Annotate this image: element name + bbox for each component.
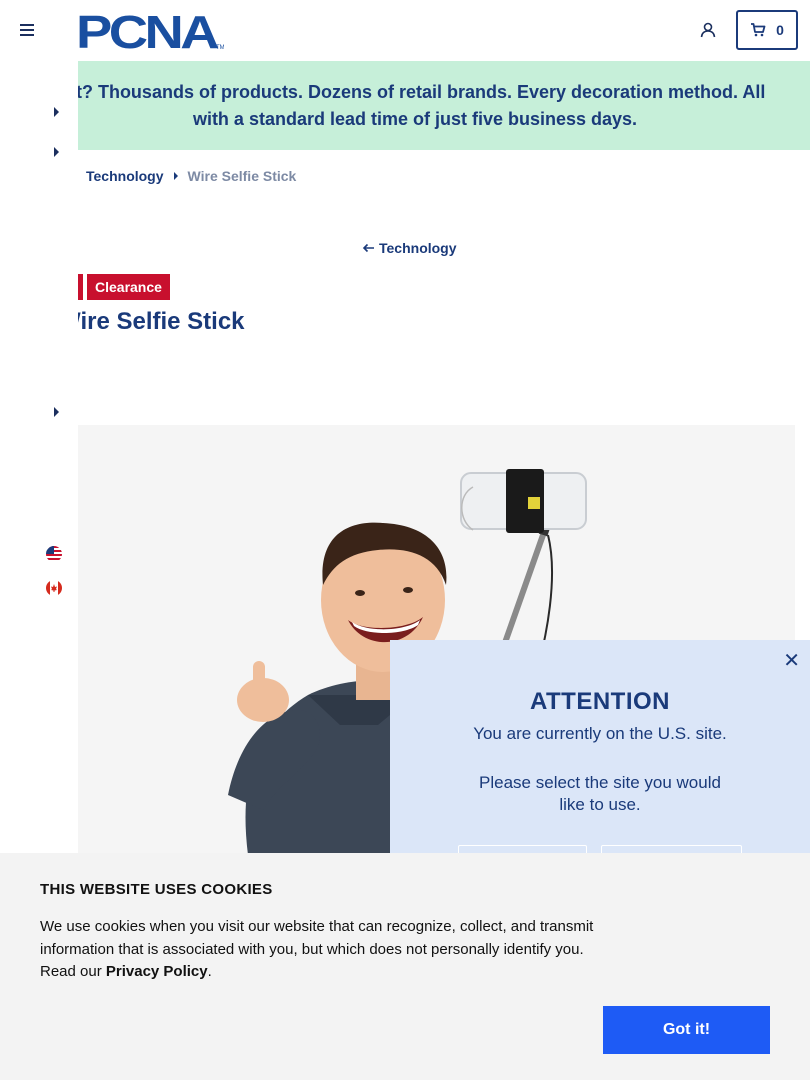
cookie-accept-button[interactable]: Got it! (603, 1006, 770, 1054)
breadcrumb: Technology Wire Selfie Stick (86, 168, 296, 184)
site-header: PCNA TM 0 (0, 0, 810, 61)
promo-banner-line1: Wait? Thousands of products. Dozens of r… (44, 81, 766, 102)
arrow-left-icon (362, 243, 374, 253)
caret-right-icon[interactable] (54, 147, 59, 157)
breadcrumb-link-technology[interactable]: Technology (86, 168, 164, 184)
page: Wait? Thousands of products. Dozens of r… (0, 0, 810, 1080)
menu-icon[interactable] (20, 24, 36, 38)
us-flag-icon[interactable] (46, 546, 62, 562)
pcna-logo[interactable]: PCNA TM (76, 6, 225, 58)
modal-title: ATTENTION (529, 688, 671, 715)
cart-button[interactable]: 0 (736, 10, 798, 50)
canada-flag-icon[interactable] (46, 580, 62, 596)
modal-select-site-text: Please select the site you would like to… (479, 773, 721, 814)
promo-banner: Wait? Thousands of products. Dozens of r… (0, 61, 810, 150)
promo-banner-text: Wait? Thousands of products. Dozens of r… (45, 79, 805, 133)
badge-sliver (78, 274, 83, 300)
caret-right-icon[interactable] (54, 107, 59, 117)
close-icon[interactable]: ✕ (783, 648, 800, 673)
back-link[interactable]: Technology (362, 240, 457, 256)
cookie-title: THIS WEBSITE USES COOKIES (40, 881, 273, 898)
caret-right-icon[interactable] (54, 407, 59, 417)
cookie-body-end: . (207, 963, 212, 980)
breadcrumb-separator-icon (173, 172, 178, 180)
logo-text: PCNA (76, 10, 218, 50)
privacy-policy-link[interactable]: Privacy Policy (106, 963, 208, 980)
cookie-body: We use cookies when you visit our websit… (40, 916, 600, 984)
breadcrumb-current: Wire Selfie Stick (187, 168, 297, 184)
back-link-label: Technology (379, 240, 457, 256)
svg-text:TM: TM (216, 45, 224, 50)
cart-count: 0 (776, 22, 784, 38)
promo-banner-line2: with a standard lead time of just five b… (192, 108, 638, 129)
site-select-modal: ✕ ATTENTION You are currently on the U.S… (390, 640, 810, 881)
cart-icon (751, 23, 766, 37)
cookie-banner: THIS WEBSITE USES COOKIES We use cookies… (0, 853, 810, 1080)
user-icon[interactable] (699, 21, 717, 39)
product-title: Wire Selfie Stick (58, 308, 245, 335)
modal-current-site-text: You are currently on the U.S. site. (473, 724, 727, 743)
clearance-badge: Clearance (87, 274, 170, 300)
